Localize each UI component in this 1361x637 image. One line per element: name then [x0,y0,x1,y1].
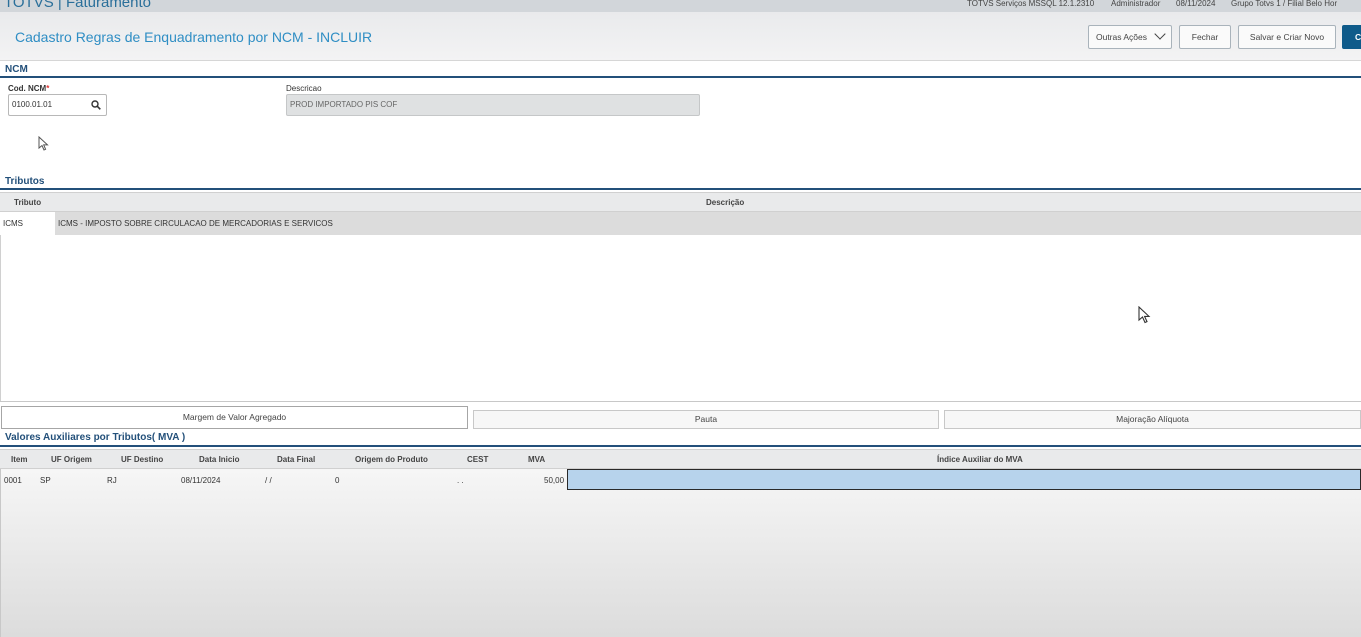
app-title: TOTVS | Faturamento [4,0,152,11]
tab-pauta[interactable]: Pauta [473,410,939,429]
fechar-button[interactable]: Fechar [1179,25,1231,49]
cod-ncm-label: Cod. NCM* [8,84,50,93]
mouse-pointer-icon [1138,306,1151,324]
table-row[interactable]: ICMS ICMS - IMPOSTO SOBRE CIRCULACAO DE … [0,212,1361,235]
tributos-section-divider [0,188,1361,190]
company-label[interactable]: Grupo Totvs 1 / Filial Belo Hor [1231,0,1337,8]
item-cell: 0001 [4,476,22,485]
indice-auxiliar-mva-cell[interactable] [567,469,1361,490]
mva-grid-header: Item UF Origem UF Destino Data Inicio Da… [0,449,1361,469]
cod-ncm-input[interactable]: 0100.01.01 [8,94,107,116]
mva-cell: 50,00 [544,476,565,485]
col-uf-origem[interactable]: UF Origem [51,455,92,464]
descricao-field: PROD IMPORTADO PIS COF [286,94,700,116]
descricao-cell: ICMS - IMPOSTO SOBRE CIRCULACAO DE MERCA… [58,219,333,228]
uf-destino-cell: RJ [107,476,117,485]
col-descricao[interactable]: Descrição [706,198,744,207]
search-icon[interactable] [91,100,101,110]
outras-acoes-label: Outras Ações [1095,32,1148,42]
cod-ncm-value: 0100.01.01 [12,100,53,109]
col-indice-auxiliar-mva[interactable]: Índice Auxiliar do MVA [937,455,1023,464]
tab-margem-valor-agregado[interactable]: Margem de Valor Agregado [1,406,468,429]
data-inicio-cell: 08/11/2024 [181,476,221,485]
page-header: Cadastro Regras de Enquadramento por NCM… [0,12,1361,61]
origem-produto-cell: 0 [335,476,340,485]
salvar-criar-novo-button[interactable]: Salvar e Criar Novo [1238,25,1336,49]
table-row[interactable]: 0001 SP RJ 08/11/2024 / / 0 . . 50,00 [0,469,1361,490]
tributos-section-title: Tributos [5,176,45,187]
col-cest[interactable]: CEST [467,455,488,464]
page-title: Cadastro Regras de Enquadramento por NCM… [15,29,373,45]
required-mark: * [46,84,50,93]
date-label: 08/11/2024 [1176,0,1216,8]
mouse-pointer-icon [38,136,49,151]
outras-acoes-button[interactable]: Outras Ações [1088,25,1172,49]
user-label[interactable]: Administrador [1111,0,1160,8]
tributos-grid-header: Tributo Descrição [0,192,1361,212]
col-data-inicio[interactable]: Data Inicio [199,455,239,464]
col-uf-destino[interactable]: UF Destino [121,455,163,464]
system-bar: TOTVS | Faturamento TOTVS Serviços MSSQL… [0,0,1361,12]
col-origem-produto[interactable]: Origem do Produto [355,455,428,464]
environment-label: TOTVS Serviços MSSQL 12.1.2310 [967,0,1095,8]
col-mva[interactable]: MVA [528,455,545,464]
grid-border-bottom [0,401,1361,402]
col-tributo[interactable]: Tributo [14,198,41,207]
grid-border-left [0,235,1,401]
col-item[interactable]: Item [11,455,27,464]
uf-origem-cell: SP [40,476,51,485]
cest-cell: . . [457,476,464,485]
mva-section-title: Valores Auxiliares por Tributos( MVA ) [5,432,186,443]
tab-majoracao-aliquota[interactable]: Majoração Alíquota [944,410,1361,429]
chevron-down-icon [1154,28,1166,40]
col-data-final[interactable]: Data Final [277,455,315,464]
ncm-section-title: NCM [5,64,28,75]
mva-grid-body [0,469,1361,637]
ncm-section-divider [0,76,1361,78]
data-final-cell: / / [265,476,272,485]
confirmar-button[interactable]: C [1342,25,1361,49]
tributo-cell: ICMS [3,219,23,228]
mva-grid-border-left [0,469,1,637]
descricao-label: Descricao [286,84,322,93]
mva-section-divider [0,445,1361,447]
